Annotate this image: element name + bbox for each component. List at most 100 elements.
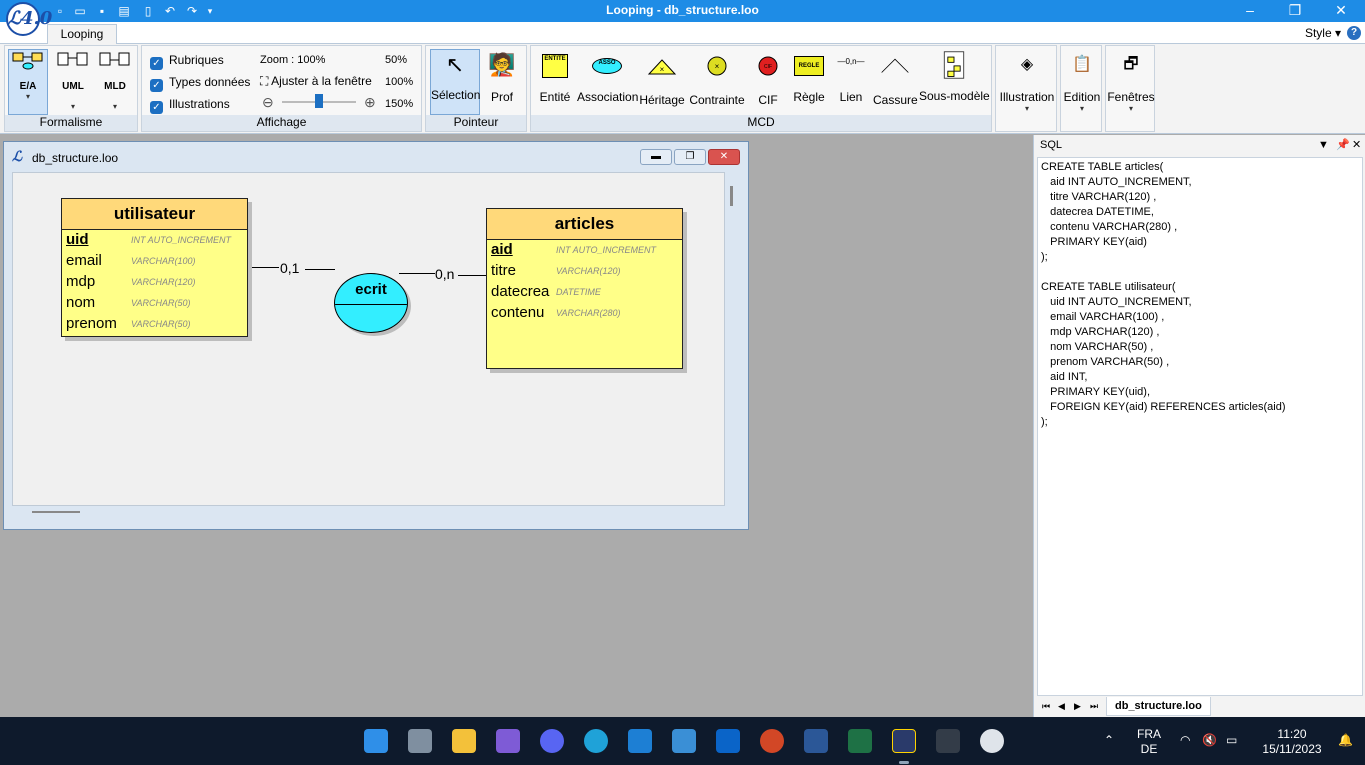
volume-muted-icon[interactable]: 🔇 xyxy=(1202,733,1217,747)
submodel-icon xyxy=(943,51,965,79)
panel-close-icon[interactable]: ✕ xyxy=(1352,135,1361,155)
cif-icon: CIF xyxy=(758,56,778,76)
looping-taskbar-icon[interactable] xyxy=(892,729,916,753)
formalism-ea-button[interactable]: E/A ▾ xyxy=(8,49,48,115)
help-icon[interactable]: ? xyxy=(1347,26,1361,40)
panel-dropdown-icon[interactable]: ▼ xyxy=(1318,135,1329,155)
prof-button[interactable]: 🧑‍🏫 Prof xyxy=(482,50,522,104)
mld-label: MLD xyxy=(104,81,126,92)
association-ecrit[interactable]: ecrit xyxy=(334,273,408,333)
minimize-button[interactable]: – xyxy=(1227,0,1273,22)
heritage-button[interactable]: × Héritage xyxy=(639,50,685,107)
language-indicator[interactable]: FRA DE xyxy=(1134,727,1164,757)
zoom-100-option[interactable]: 100% xyxy=(385,76,413,88)
doc-close-button[interactable]: ✕ xyxy=(708,149,740,165)
excel-icon[interactable] xyxy=(848,729,872,753)
association-button[interactable]: ASSO Association xyxy=(577,50,638,104)
zoom-in-icon[interactable]: ⊕ xyxy=(364,94,376,111)
save-icon[interactable]: ▪ xyxy=(94,3,110,19)
uml-icon xyxy=(57,52,88,66)
style-menu[interactable]: Style ▾ xyxy=(1305,26,1341,40)
file-explorer-icon[interactable] xyxy=(452,729,476,753)
sql-line: PRIMARY KEY(uid), xyxy=(1041,386,1151,398)
cassure-button[interactable]: Cassure xyxy=(873,50,918,107)
discord-icon[interactable] xyxy=(540,729,564,753)
zoom-50-option[interactable]: 50% xyxy=(385,54,407,66)
entity-name: articles xyxy=(487,209,682,240)
outlook-icon[interactable] xyxy=(716,729,740,753)
sql-line: contenu VARCHAR(280) , xyxy=(1041,221,1178,233)
formalism-mld-button[interactable]: MLD ▾ xyxy=(95,50,135,111)
edge-icon[interactable] xyxy=(584,729,608,753)
zoom-slider-thumb[interactable] xyxy=(315,94,323,108)
chrome-icon[interactable] xyxy=(980,729,1004,753)
wifi-icon[interactable]: ◠ xyxy=(1180,733,1190,747)
checkbox-rubriques[interactable]: ✓ Rubriques xyxy=(150,53,224,70)
selection-button[interactable]: ↖ Sélection xyxy=(430,49,480,115)
group-affichage-label: Affichage xyxy=(142,115,421,131)
next-tab-icon[interactable]: ▶ xyxy=(1074,701,1081,712)
proton-vpn-icon[interactable] xyxy=(496,729,520,753)
checkbox-illustrations[interactable]: ✓ Illustrations xyxy=(150,97,230,114)
close-button[interactable]: ✕ xyxy=(1318,0,1364,22)
sql-text-area[interactable]: CREATE TABLE articles( aid INT AUTO_INCR… xyxy=(1037,157,1363,696)
cif-button[interactable]: CIF CIF xyxy=(753,50,783,107)
battery-icon[interactable]: ▭ xyxy=(1226,733,1237,747)
last-tab-icon[interactable]: ⏭ xyxy=(1090,701,1098,712)
zoom-out-icon[interactable]: ⊖ xyxy=(262,94,274,111)
first-tab-icon[interactable]: ⏮ xyxy=(1042,701,1050,712)
cardinality-left[interactable]: 0,1 xyxy=(280,260,300,276)
maximize-button[interactable]: ❐ xyxy=(1272,0,1318,22)
prev-tab-icon[interactable]: ◀ xyxy=(1058,701,1065,712)
lien-button[interactable]: —0,n— Lien xyxy=(833,50,869,104)
show-hidden-icons-icon[interactable]: ⌃ xyxy=(1104,733,1114,747)
tab-looping[interactable]: Looping xyxy=(47,24,117,45)
open-folder-icon[interactable]: ▭ xyxy=(72,3,88,19)
notifications-icon[interactable]: 🔔 xyxy=(1338,733,1353,747)
diagram-canvas[interactable]: 0,1 0,n utilisateur uid INT AUTO_INCREMEN… xyxy=(12,172,725,506)
quick-access-dropdown-icon[interactable]: ▾ xyxy=(202,3,218,19)
vscode-icon[interactable] xyxy=(628,729,652,753)
start-icon[interactable] xyxy=(364,729,388,753)
horizontal-scrollbar[interactable] xyxy=(32,511,80,513)
entity-name: utilisateur xyxy=(62,199,247,230)
active-app-indicator xyxy=(899,761,909,764)
attribute-row: aid INT AUTO_INCREMENT xyxy=(491,241,657,258)
attribute-row: uid INT AUTO_INCREMENT xyxy=(66,231,232,248)
notepad-icon[interactable] xyxy=(672,729,696,753)
word-icon[interactable] xyxy=(804,729,828,753)
vertical-scrollbar[interactable] xyxy=(730,186,733,206)
new-file-icon[interactable]: ▫ xyxy=(52,3,68,19)
entite-button[interactable]: ENTITE Entité xyxy=(535,50,575,104)
fit-window-button[interactable]: ⛶ Ajuster à la fenêtre xyxy=(260,74,372,89)
task-view-icon[interactable] xyxy=(408,729,432,753)
print-icon[interactable]: ▤ xyxy=(116,3,132,19)
contrainte-button[interactable]: × Contrainte xyxy=(689,50,745,107)
app-logo-icon[interactable]: ℒ4.0 xyxy=(6,2,52,36)
regle-button[interactable]: REGLE Règle xyxy=(791,50,827,104)
pin-icon[interactable]: 📌 xyxy=(1336,135,1350,155)
powerpoint-icon[interactable] xyxy=(760,729,784,753)
sql-document-tab[interactable]: db_structure.loo xyxy=(1106,697,1211,716)
formalism-uml-button[interactable]: UML ▾ xyxy=(53,50,93,111)
edition-button[interactable]: 📋 Edition ▾ xyxy=(1062,50,1102,113)
clock[interactable]: 11:20 15/11/2023 xyxy=(1252,727,1332,757)
undo-icon[interactable]: ↶ xyxy=(162,3,178,19)
redo-icon[interactable]: ↷ xyxy=(184,3,200,19)
taskbar: ⌃ FRA DE ◠ 🔇 ▭ 11:20 15/11/2023 🔔 xyxy=(0,717,1365,765)
attribute-row: titre VARCHAR(120) xyxy=(491,262,621,279)
entity-utilisateur[interactable]: utilisateur uid INT AUTO_INCREMENT email V… xyxy=(61,198,248,337)
illustration-button[interactable]: ◈ Illustration ▾ xyxy=(998,50,1056,113)
entity-articles[interactable]: articles aid INT AUTO_INCREMENT titre VARC… xyxy=(486,208,683,369)
doc-minimize-button[interactable]: ▬ xyxy=(640,149,672,165)
checkbox-types-donnees[interactable]: ✓ Types données xyxy=(150,75,250,92)
zoom-150-option[interactable]: 150% xyxy=(385,98,413,110)
doc-restore-button[interactable]: ❐ xyxy=(674,149,706,165)
fenetres-button[interactable]: 🗗 Fenêtres ▾ xyxy=(1107,50,1155,113)
sql-line: CREATE TABLE articles( xyxy=(1041,161,1164,173)
cardinality-right[interactable]: 0,n xyxy=(435,266,455,282)
terminal-icon[interactable] xyxy=(936,729,960,753)
attribute-row: prenom VARCHAR(50) xyxy=(66,315,191,332)
clipboard-icon[interactable]: ▯ xyxy=(140,3,156,19)
sous-modele-button[interactable]: Sous-modèle xyxy=(919,50,990,103)
